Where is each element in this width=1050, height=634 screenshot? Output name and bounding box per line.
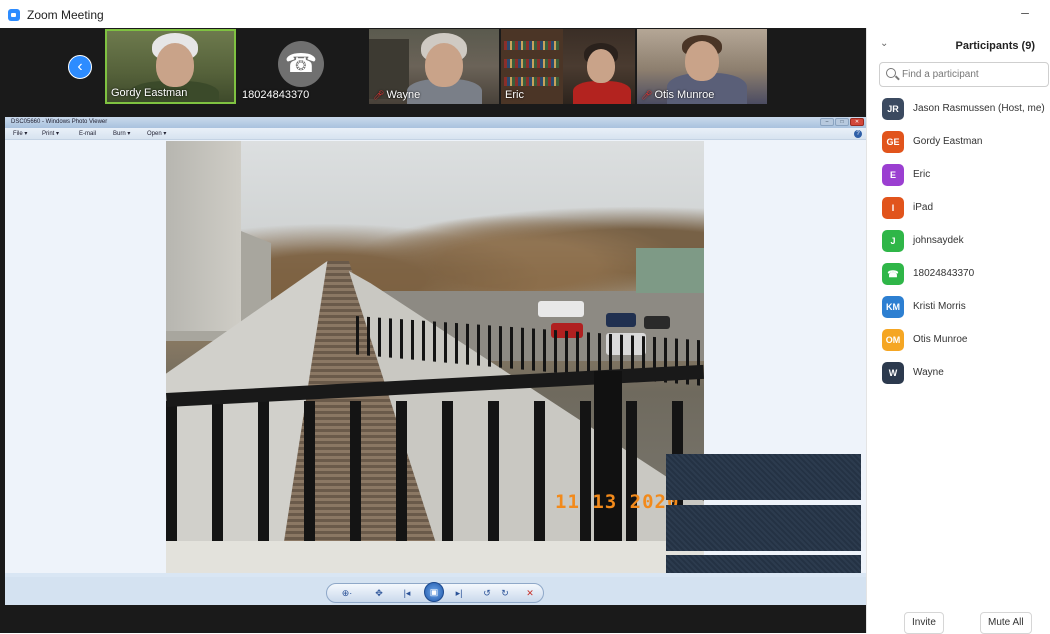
window-title: Zoom Meeting [27, 8, 104, 22]
help-icon[interactable]: ? [854, 130, 862, 138]
participants-title: Participants (9) [955, 40, 1035, 52]
overlay-panel [666, 505, 861, 551]
participant-search[interactable] [879, 62, 1049, 87]
pv-menu-print[interactable]: Print ▾ [42, 128, 59, 140]
chevron-down-icon[interactable]: ⌄ [880, 38, 888, 49]
next-icon[interactable]: ▸| [451, 586, 467, 600]
invite-button[interactable]: Invite [904, 612, 944, 634]
minimize-button[interactable]: – [1016, 4, 1034, 20]
photo-viewer-title-bar: DSC05660 - Windows Photo Viewer – □ ✕ [5, 117, 866, 128]
participant-list: JR Jason Rasmussen (Host, me) GE Gordy East… [867, 93, 1050, 390]
participant-row[interactable]: KM Kristi Morris [867, 291, 1050, 324]
video-tile[interactable]: 🎤︎ Otis Munroe [637, 29, 767, 104]
shared-photo: 11 13 2020 [166, 141, 704, 574]
avatar: J [882, 230, 904, 252]
video-tile[interactable]: Gordy Eastman [105, 29, 236, 104]
zoom-icon[interactable]: ⊕· [339, 586, 355, 600]
pv-menu-email[interactable]: E-mail [79, 128, 96, 140]
participant-row[interactable]: Jjohnsaydek [867, 225, 1050, 258]
pv-minimize-button[interactable]: – [820, 118, 834, 126]
search-input[interactable] [902, 66, 1042, 83]
tile-name-text: Wayne [386, 89, 421, 101]
avatar: GE [882, 131, 904, 153]
participant-name: Jason Rasmussen (Host, me) [913, 103, 1045, 114]
pv-menu-burn[interactable]: Burn ▾ [113, 128, 130, 140]
participant-row[interactable]: W Wayne [867, 357, 1050, 390]
avatar: JR [882, 98, 904, 120]
tile-name: 🎤︎ Otis Munroe [641, 89, 714, 101]
participant-name: Eric [913, 169, 931, 180]
participant-video [573, 81, 631, 104]
participant-name: Otis Munroe [913, 334, 968, 345]
tile-name: Gordy Eastman [111, 87, 188, 99]
video-tile[interactable]: 🎤︎ Wayne [369, 29, 499, 104]
slideshow-icon[interactable]: ▣ [424, 582, 444, 602]
tile-name-text: Otis Munroe [654, 89, 715, 101]
video-tile[interactable]: 18024843370 [238, 29, 366, 104]
phone-icon: ☎ [882, 263, 904, 285]
participant-row[interactable]: OM Otis Munroe [867, 324, 1050, 357]
mute-all-button[interactable]: Mute All [980, 612, 1032, 634]
participant-row[interactable]: JR Jason Rasmussen (Host, me) [867, 93, 1050, 126]
previous-page-button[interactable]: ‹ [68, 55, 92, 79]
overlay-panel [666, 454, 861, 500]
participant-name: johnsaydek [913, 235, 964, 246]
avatar: KM [882, 296, 904, 318]
delete-icon[interactable]: ✕ [522, 586, 538, 600]
rotate-right-icon[interactable]: ↻ [497, 586, 513, 600]
zoom-logo-icon [8, 9, 20, 21]
participant-name: Kristi Morris [913, 301, 966, 312]
participant-row[interactable]: E Eric [867, 159, 1050, 192]
participants-panel: ⌄ Participants (9) JR Jason Rasmussen (Ho… [866, 28, 1050, 634]
phone-icon [278, 41, 324, 87]
avatar: W [882, 362, 904, 384]
video-tile[interactable]: Eric [501, 29, 635, 104]
photo-date-stamp: 11 13 2020 [555, 491, 680, 513]
previous-icon[interactable]: |◂ [399, 586, 415, 600]
avatar: OM [882, 329, 904, 351]
tile-name: Eric [505, 89, 524, 101]
photo-viewer-window-buttons: – □ ✕ [820, 118, 864, 126]
pv-close-button[interactable]: ✕ [850, 118, 864, 126]
participant-row[interactable]: ☎ 18024843370 [867, 258, 1050, 291]
photo-viewer-menubar: File ▾ Print ▾ E-mail Burn ▾ Open ▾ ? [5, 128, 866, 140]
pv-menu-file[interactable]: File ▾ [13, 128, 27, 140]
photo-viewer-title: DSC05660 - Windows Photo Viewer [11, 119, 108, 125]
shared-screen[interactable]: DSC05660 - Windows Photo Viewer – □ ✕ Fi… [5, 117, 866, 577]
participant-name: Wayne [913, 367, 944, 378]
video-overlay-panels [666, 454, 861, 577]
rotate-left-icon[interactable]: ↺ [479, 586, 495, 600]
avatar: I [882, 197, 904, 219]
mic-muted-icon: 🎤︎ [373, 90, 385, 100]
actual-size-icon[interactable]: ✥ [371, 586, 387, 600]
mic-muted-icon: 🎤︎ [641, 90, 653, 100]
tile-name: 18024843370 [242, 89, 310, 101]
photo-viewer-controls: ⊕· ✥ |◂ ▣ ▸| ↺ ↻ ✕ [326, 582, 544, 603]
search-icon [886, 68, 896, 78]
participant-name: iPad [913, 202, 934, 213]
participant-row[interactable]: GE Gordy Eastman [867, 126, 1050, 159]
title-bar: Zoom Meeting – [0, 0, 1050, 28]
participant-name: 18024843370 [913, 268, 975, 279]
tile-name: 🎤︎ Wayne [373, 89, 420, 101]
pv-maximize-button[interactable]: □ [835, 118, 849, 126]
participant-row[interactable]: IiPad [867, 192, 1050, 225]
participant-name: Gordy Eastman [913, 136, 983, 147]
pv-menu-open[interactable]: Open ▾ [147, 128, 166, 140]
avatar: E [882, 164, 904, 186]
